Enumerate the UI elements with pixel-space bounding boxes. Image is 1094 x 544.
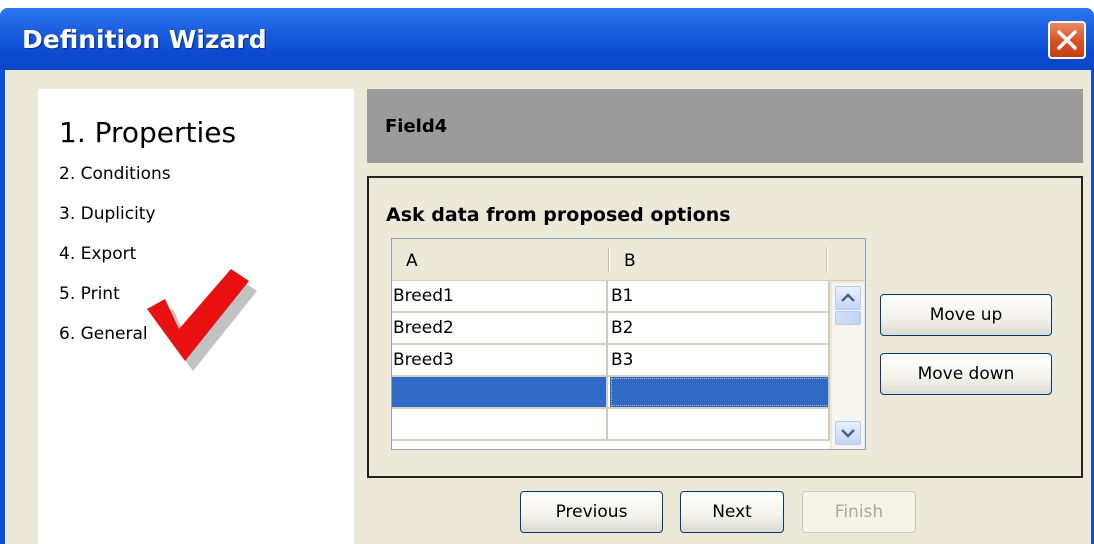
table-row[interactable]: Breed2 B2 xyxy=(392,313,830,345)
options-table: A B Breed1 B1 Breed2 B2 Breed3 B3 xyxy=(391,238,866,450)
scroll-up-icon xyxy=(841,293,855,302)
close-icon xyxy=(1057,30,1077,50)
table-cell[interactable]: Breed2 xyxy=(392,313,608,343)
field-header: Field4 xyxy=(367,89,1083,163)
step-print: 5. Print xyxy=(59,284,120,304)
step-export: 4. Export xyxy=(59,244,137,264)
options-group: Ask data from proposed options A B Breed… xyxy=(367,176,1083,478)
scroll-up-button[interactable] xyxy=(835,286,861,310)
move-down-button[interactable]: Move down xyxy=(880,353,1052,395)
scroll-down-button[interactable] xyxy=(835,421,861,445)
table-row[interactable]: Breed3 B3 xyxy=(392,345,830,377)
column-divider[interactable] xyxy=(826,247,828,273)
table-cell[interactable]: Breed1 xyxy=(392,281,608,311)
table-cell[interactable]: B1 xyxy=(610,281,830,311)
next-button[interactable]: Next xyxy=(680,491,784,533)
field-name: Field4 xyxy=(385,116,448,137)
scroll-thumb[interactable] xyxy=(835,311,861,325)
table-cell[interactable] xyxy=(392,409,608,439)
wizard-client-area: 1. Properties 2. Conditions 3. Duplicity… xyxy=(5,70,1091,544)
step-conditions: 2. Conditions xyxy=(59,164,171,184)
move-up-button[interactable]: Move up xyxy=(880,294,1052,336)
table-body: Breed1 B1 Breed2 B2 Breed3 B3 xyxy=(392,281,830,449)
vertical-scrollbar[interactable] xyxy=(832,283,864,449)
group-title: Ask data from proposed options xyxy=(386,204,731,226)
table-cell[interactable]: B3 xyxy=(610,345,830,375)
column-header-b[interactable]: B xyxy=(610,239,828,281)
table-row-selected[interactable] xyxy=(392,377,830,409)
checkmark-icon xyxy=(147,269,257,371)
window-title: Definition Wizard xyxy=(22,25,267,54)
table-cell[interactable] xyxy=(392,377,608,407)
table-cell[interactable]: B2 xyxy=(610,313,830,343)
column-header-a[interactable]: A xyxy=(392,239,610,281)
step-duplicity: 3. Duplicity xyxy=(59,204,156,224)
scroll-down-icon xyxy=(841,429,855,438)
table-row[interactable] xyxy=(392,409,830,441)
title-bar[interactable]: Definition Wizard xyxy=(0,8,1094,70)
step-current: 1. Properties xyxy=(59,116,237,149)
steps-panel: 1. Properties 2. Conditions 3. Duplicity… xyxy=(38,89,354,544)
close-button[interactable] xyxy=(1048,21,1086,59)
table-cell[interactable] xyxy=(610,377,830,407)
table-cell[interactable] xyxy=(610,409,830,439)
finish-button: Finish xyxy=(802,491,916,533)
wizard-window: Definition Wizard 1. Properties 2. Condi… xyxy=(0,8,1094,544)
table-cell[interactable]: Breed3 xyxy=(392,345,608,375)
table-header: A B xyxy=(392,239,865,281)
table-row[interactable]: Breed1 B1 xyxy=(392,281,830,313)
previous-button[interactable]: Previous xyxy=(520,491,663,533)
